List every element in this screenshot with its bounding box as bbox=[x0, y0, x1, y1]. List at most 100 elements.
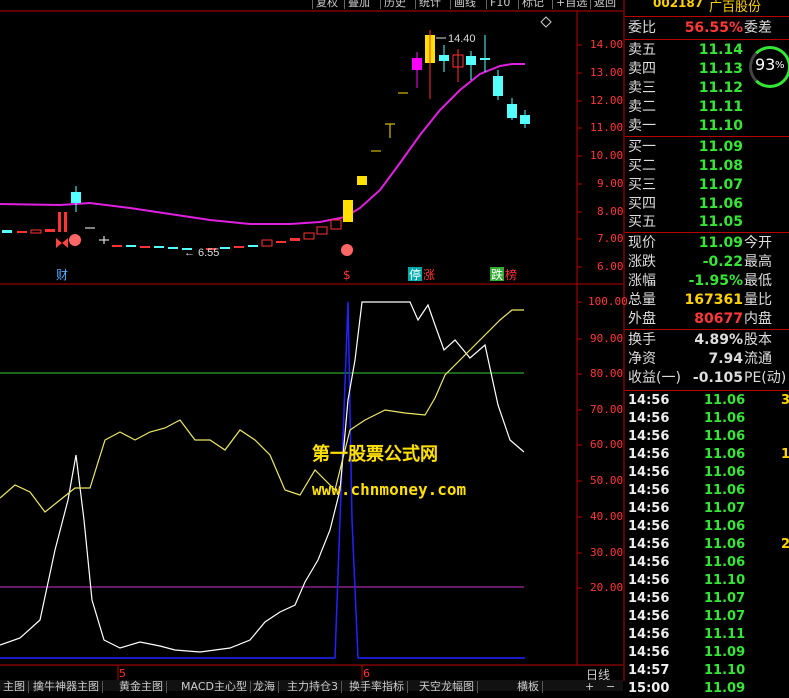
buy-row[interactable]: 买三 11.07 bbox=[626, 176, 789, 194]
tick-row: 14:56 11.06 bbox=[626, 410, 789, 428]
mark-cai[interactable]: 财 bbox=[56, 268, 68, 282]
tick-price: 11.09 bbox=[704, 645, 746, 660]
bottom-tab[interactable]: MACD主心型 bbox=[178, 681, 251, 693]
bottom-tab[interactable]: 主力持仓3 bbox=[284, 681, 342, 693]
mark-ting[interactable]: 停 bbox=[409, 267, 421, 282]
tick-price: 11.06 bbox=[704, 447, 746, 462]
tick-row: 14:56 11.10 bbox=[626, 572, 789, 590]
bottom-tab[interactable]: 擒牛神器主图 bbox=[30, 681, 103, 693]
weicha-label: 委差 bbox=[744, 20, 772, 36]
buy-price: 11.08 bbox=[698, 158, 743, 174]
mark-dollar[interactable]: $ bbox=[343, 268, 351, 282]
stat-label-2: PE(动) bbox=[744, 370, 787, 386]
tick-time: 14:56 bbox=[628, 627, 670, 642]
bottom-tab[interactable]: 龙海 bbox=[250, 681, 279, 693]
weibi-row: 委比 56.55% 委差 bbox=[626, 19, 789, 37]
tick-time: 14:56 bbox=[628, 501, 670, 516]
tick-time: 14:57 bbox=[628, 663, 670, 678]
bottom-tab[interactable]: 黄金主图 bbox=[116, 681, 167, 693]
stat-value: 11.09 bbox=[698, 235, 743, 251]
stat-row: 换手 4.89% 股本 bbox=[626, 331, 789, 349]
stat-label: 换手 bbox=[628, 332, 656, 348]
buy-label: 买三 bbox=[628, 177, 656, 193]
gift-icon[interactable] bbox=[69, 234, 81, 246]
chart-area[interactable]: 14.40 ← 6.55 财 $ 停 涨 跌 榜 5 6 日线 第一股票公式网 … bbox=[0, 0, 626, 681]
tick-price: 11.07 bbox=[704, 609, 746, 624]
stat-value: -0.105 bbox=[692, 370, 743, 386]
y-tick: 13.00 bbox=[590, 66, 624, 79]
stat-label: 涨幅 bbox=[628, 273, 656, 289]
buy-row[interactable]: 买二 11.08 bbox=[626, 157, 789, 175]
tick-volume: 1 bbox=[781, 447, 789, 462]
tick-time: 14:56 bbox=[628, 645, 670, 660]
scroll-right-icon[interactable]: − bbox=[606, 680, 615, 693]
bottom-tab[interactable]: 横板 bbox=[514, 681, 543, 693]
y-tick: 8.00 bbox=[597, 205, 624, 218]
high-label: 14.40 bbox=[448, 33, 476, 45]
tick-price: 11.10 bbox=[704, 573, 746, 588]
bottom-tab[interactable]: 主图 bbox=[0, 681, 29, 693]
stat-label: 外盘 bbox=[628, 311, 656, 327]
sell-price: 11.12 bbox=[698, 80, 743, 96]
tick-time: 14:56 bbox=[628, 555, 670, 570]
tick-row: 15:00 11.09 bbox=[626, 680, 789, 698]
tick-price: 11.06 bbox=[704, 393, 746, 408]
axis-label-6: 6 bbox=[363, 667, 370, 680]
gift-icon-2[interactable] bbox=[341, 244, 353, 256]
tick-price: 11.06 bbox=[704, 537, 746, 552]
bottom-tab[interactable]: 换手率指标 bbox=[346, 681, 408, 693]
stats-divider bbox=[625, 329, 789, 330]
butterfly-icon[interactable] bbox=[56, 238, 68, 248]
buy-row[interactable]: 买四 11.06 bbox=[626, 195, 789, 213]
tick-time: 14:56 bbox=[628, 483, 670, 498]
stat-label: 涨跌 bbox=[628, 254, 656, 270]
tick-price: 11.06 bbox=[704, 483, 746, 498]
stat-label: 净资 bbox=[628, 351, 656, 367]
mark-die[interactable]: 跌 bbox=[491, 267, 503, 282]
sub-y-tick: 30.00 bbox=[590, 546, 624, 559]
sub-y-tick: 70.00 bbox=[590, 403, 624, 416]
stat-label: 总量 bbox=[628, 292, 656, 308]
stat-row: 收益(一) -0.105 PE(动) bbox=[626, 369, 789, 387]
buy-row[interactable]: 买五 11.05 bbox=[626, 213, 789, 231]
tick-volume: 2 bbox=[781, 537, 789, 552]
axis-label-5: 5 bbox=[119, 667, 126, 680]
scroll-left-icon[interactable]: + bbox=[585, 680, 594, 693]
tick-time: 14:56 bbox=[628, 609, 670, 624]
watermark-title: 第一股票公式网 bbox=[312, 443, 438, 465]
tick-time: 14:56 bbox=[628, 537, 670, 552]
sell-price: 11.13 bbox=[698, 61, 743, 77]
diamond-icon[interactable] bbox=[540, 16, 552, 28]
sub-y-tick: 60.00 bbox=[590, 438, 624, 451]
buy-row[interactable]: 买一 11.09 bbox=[626, 138, 789, 156]
stat-value: 4.89% bbox=[694, 332, 743, 348]
tick-row: 14:56 11.06 2 bbox=[626, 536, 789, 554]
tick-price: 11.07 bbox=[704, 501, 746, 516]
sell-label: 卖四 bbox=[628, 61, 656, 77]
white-indicator bbox=[0, 301, 525, 653]
stat-label-2: 最高 bbox=[744, 254, 772, 270]
ratio-gauge-unit: % bbox=[775, 60, 785, 71]
buy-label: 买一 bbox=[628, 139, 656, 155]
y-tick: 9.00 bbox=[597, 177, 624, 190]
sub-y-tick: 20.00 bbox=[590, 581, 624, 594]
tick-time: 14:56 bbox=[628, 447, 670, 462]
tick-price: 11.06 bbox=[704, 465, 746, 480]
y-tick: 12.00 bbox=[590, 94, 624, 107]
bottom-tab[interactable]: 天空龙幅图 bbox=[416, 681, 478, 693]
tick-price: 11.11 bbox=[704, 627, 746, 642]
mark-zhang[interactable]: 涨 bbox=[423, 267, 435, 282]
sell-row[interactable]: 卖一 11.10 bbox=[626, 117, 789, 135]
tick-row: 14:56 11.07 bbox=[626, 500, 789, 518]
tick-time: 15:00 bbox=[628, 681, 670, 696]
stat-value: -1.95% bbox=[688, 273, 743, 289]
mark-bang[interactable]: 榜 bbox=[505, 267, 517, 282]
stat-row: 总量 167361 量比 bbox=[626, 291, 789, 309]
stat-value: 7.94 bbox=[708, 351, 743, 367]
sell-label: 卖五 bbox=[628, 42, 656, 58]
sell-label: 卖一 bbox=[628, 118, 656, 134]
stat-label-2: 流通 bbox=[744, 351, 772, 367]
sell-row[interactable]: 卖二 11.11 bbox=[626, 98, 789, 116]
tick-volume: 3 bbox=[781, 393, 789, 408]
stat-label-2: 量比 bbox=[744, 292, 772, 308]
